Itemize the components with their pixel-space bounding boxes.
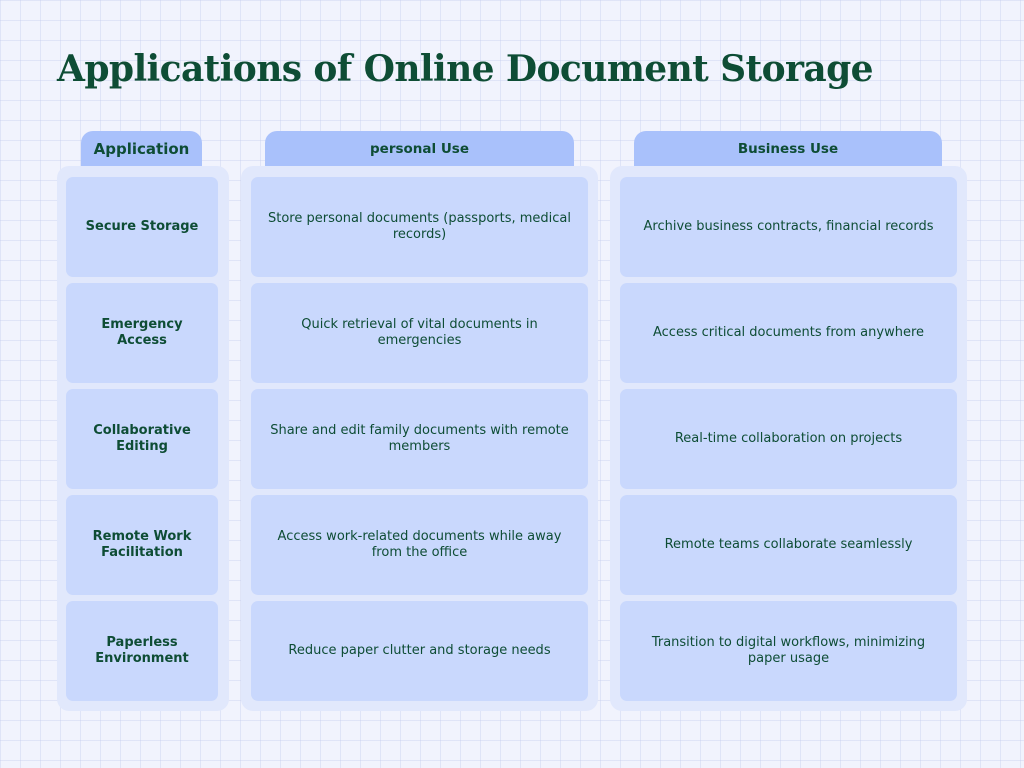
personal-use-cell: Quick retrieval of vital documents in em… bbox=[251, 283, 588, 383]
business-use-cell: Remote teams collaborate seamlessly bbox=[620, 495, 957, 595]
column-header-business-use: Business Use bbox=[634, 131, 942, 166]
personal-use-cell: Access work-related documents while away… bbox=[251, 495, 588, 595]
application-cell: Secure Storage bbox=[66, 177, 218, 277]
personal-use-cell: Share and edit family documents with rem… bbox=[251, 389, 588, 489]
application-cell: Paperless Environment bbox=[66, 601, 218, 701]
business-use-cell: Archive business contracts, financial re… bbox=[620, 177, 957, 277]
business-use-cell: Transition to digital workflows, minimiz… bbox=[620, 601, 957, 701]
page-title: Applications of Online Document Storage bbox=[57, 48, 874, 90]
personal-use-cell: Store personal documents (passports, med… bbox=[251, 177, 588, 277]
application-cell: Remote Work Facilitation bbox=[66, 495, 218, 595]
personal-use-cell: Reduce paper clutter and storage needs bbox=[251, 601, 588, 701]
application-cell: Collaborative Editing bbox=[66, 389, 218, 489]
column-header-application: Application bbox=[81, 131, 202, 166]
column-header-personal-use: personal Use bbox=[265, 131, 574, 166]
business-use-cell: Access critical documents from anywhere bbox=[620, 283, 957, 383]
business-use-cell: Real-time collaboration on projects bbox=[620, 389, 957, 489]
application-cell: Emergency Access bbox=[66, 283, 218, 383]
